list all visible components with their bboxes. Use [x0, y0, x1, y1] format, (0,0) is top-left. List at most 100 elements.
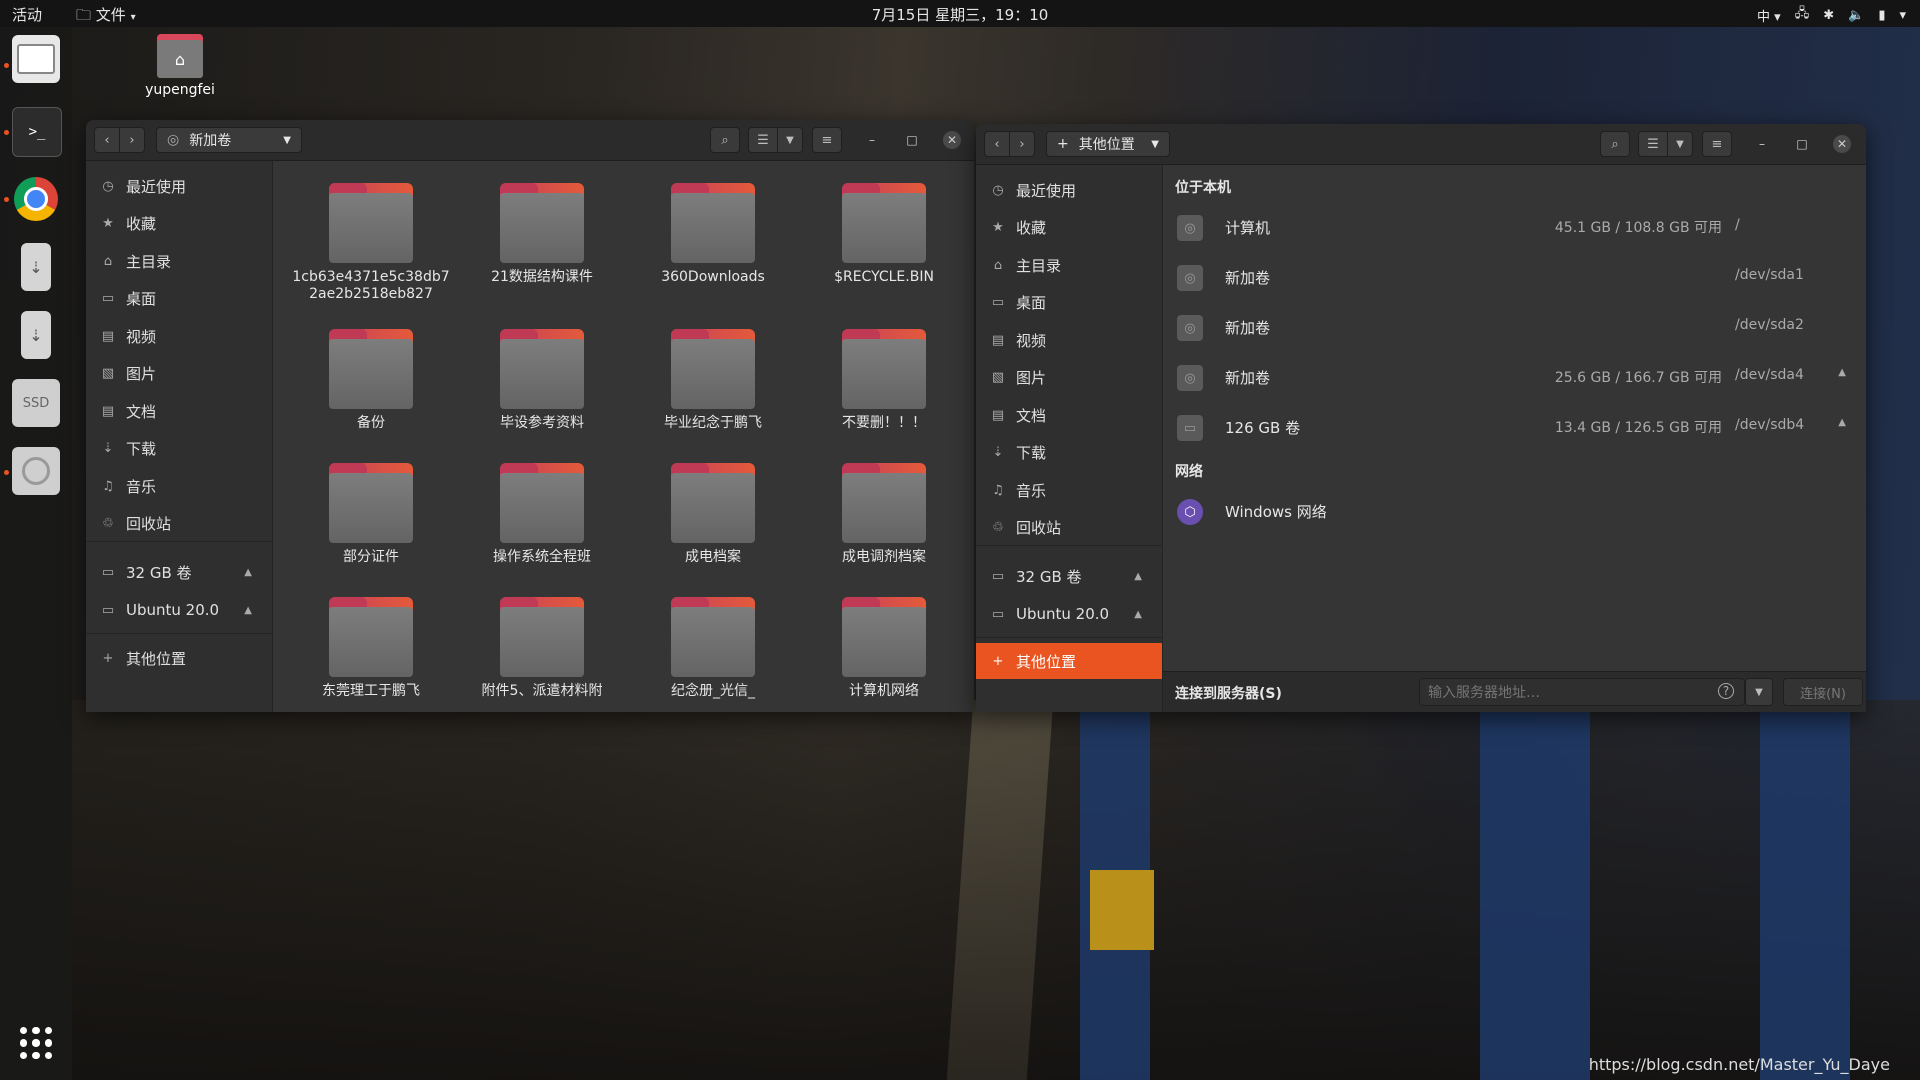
forward-button[interactable]: ›	[119, 127, 145, 153]
sidebar-item[interactable]: ▤ 视频	[976, 323, 1162, 357]
system-tray[interactable]: 中 ▾ 🖧 ✱ 🔈 ▮ ▾	[1757, 4, 1906, 26]
view-list-button[interactable]: ☰	[1638, 131, 1668, 157]
drive-row[interactable]: ◎ 新加卷/dev/sda1	[1163, 253, 1866, 301]
minimize-button[interactable]: –	[863, 131, 881, 149]
sidebar-item[interactable]: ◷ 最近使用	[86, 169, 272, 203]
sidebar-item[interactable]: ♫ 音乐	[86, 469, 272, 503]
sidebar-item[interactable]: ▧ 图片	[976, 361, 1162, 395]
maximize-button[interactable]: □	[1793, 135, 1811, 153]
sidebar-item[interactable]: ▧ 图片	[86, 357, 272, 391]
forward-button[interactable]: ›	[1009, 131, 1035, 157]
eject-icon[interactable]: ▲	[1134, 571, 1142, 582]
minimize-button[interactable]: –	[1753, 135, 1771, 153]
usb-drive-icon[interactable]: ⇣	[21, 243, 51, 291]
server-address-field[interactable]: ?	[1419, 678, 1745, 706]
folder-item[interactable]: 360Downloads	[633, 183, 793, 286]
folder-item[interactable]: 东莞理工于鹏飞	[291, 597, 451, 700]
close-button[interactable]: ✕	[943, 131, 961, 149]
folder-item[interactable]: 21数据结构课件	[462, 183, 622, 286]
input-method[interactable]: 中 ▾	[1757, 6, 1781, 25]
help-icon[interactable]: ?	[1718, 683, 1734, 699]
menu-button[interactable]: ≡	[1702, 131, 1732, 157]
folder-item[interactable]: 计算机网络	[804, 597, 964, 700]
plus-icon: +	[992, 653, 1004, 669]
back-button[interactable]: ‹	[984, 131, 1010, 157]
sidebar-item[interactable]: ◷ 最近使用	[976, 173, 1162, 207]
folder-item[interactable]: 纪念册_光信_	[633, 597, 793, 700]
path-bar[interactable]: + 其他位置 ▼	[1046, 131, 1170, 157]
sidebar-item[interactable]: ⇣ 下载	[976, 436, 1162, 470]
hard-drive-icon: ◎	[1177, 315, 1203, 341]
drive-row[interactable]: ◎ 新加卷/dev/sda2	[1163, 303, 1866, 351]
clock[interactable]: 7月15日 星期三，19：10	[872, 6, 1049, 24]
sidebar-item[interactable]: ♲ 回收站	[86, 507, 272, 541]
show-applications-icon[interactable]	[20, 1027, 52, 1059]
view-options-button[interactable]: ▼	[1667, 131, 1693, 157]
activities-button[interactable]: 活动	[12, 4, 42, 25]
network-row[interactable]: ⬡ Windows 网络	[1163, 487, 1866, 535]
view-list-button[interactable]: ☰	[748, 127, 778, 153]
eject-icon[interactable]: ▲	[244, 605, 252, 616]
network-icon: ⬡	[1177, 499, 1203, 525]
drive-row[interactable]: ▭ 126 GB 卷 13.4 GB / 126.5 GB 可用/dev/sdb4 ▲	[1163, 403, 1866, 451]
usb-drive-icon[interactable]: ⇣	[21, 311, 51, 359]
folder-item[interactable]: 毕设参考资料	[462, 329, 622, 432]
desktop-home-folder[interactable]: ⌂ yupengfei	[136, 34, 224, 98]
sidebar-item-other-locations[interactable]: + 其他位置	[86, 641, 272, 675]
folder-item[interactable]: 不要删！！！	[804, 329, 964, 432]
files-icon[interactable]	[12, 35, 60, 83]
sidebar-item[interactable]: ★ 收藏	[86, 207, 272, 241]
search-button[interactable]: ⌕	[1600, 131, 1630, 157]
sidebar-item[interactable]: ▤ 视频	[86, 319, 272, 353]
folder-item[interactable]: 成电档案	[633, 463, 793, 566]
drive-row[interactable]: ◎ 新加卷 25.6 GB / 166.7 GB 可用/dev/sda4 ▲	[1163, 353, 1866, 401]
close-button[interactable]: ✕	[1833, 135, 1851, 153]
sidebar-item[interactable]: ★ 收藏	[976, 211, 1162, 245]
sidebar-device[interactable]: ▭ 32 GB 卷 ▲	[86, 555, 272, 589]
sidebar-item[interactable]: ♲ 回收站	[976, 511, 1162, 545]
connect-button[interactable]: 连接(N)	[1783, 678, 1863, 706]
sidebar-item[interactable]: ▤ 文档	[86, 394, 272, 428]
view-options-button[interactable]: ▼	[777, 127, 803, 153]
folder-item[interactable]: 部分证件	[291, 463, 451, 566]
maximize-button[interactable]: □	[903, 131, 921, 149]
folder-icon	[671, 329, 755, 409]
sidebar-item[interactable]: ▤ 文档	[976, 398, 1162, 432]
folder-item[interactable]: 操作系统全程班	[462, 463, 622, 566]
drive-icon: ▭	[991, 606, 1005, 622]
drive-row[interactable]: ◎ 计算机 45.1 GB / 108.8 GB 可用 /	[1163, 203, 1866, 251]
eject-icon[interactable]: ▲	[1838, 367, 1846, 378]
optical-drive-icon[interactable]	[12, 447, 60, 495]
recent-servers-button[interactable]: ▼	[1745, 678, 1773, 706]
terminal-icon[interactable]: >_	[12, 107, 62, 157]
path-bar[interactable]: ◎ 新加卷 ▼	[156, 127, 302, 153]
server-address-input[interactable]	[1426, 682, 1680, 704]
folder-item[interactable]: 附件5、派遣材料附	[462, 597, 622, 700]
folder-item[interactable]: $RECYCLE.BIN	[804, 183, 964, 286]
eject-icon[interactable]: ▲	[1838, 417, 1846, 428]
sidebar-item[interactable]: ⌂ 主目录	[86, 244, 272, 278]
sidebar-item-other-locations[interactable]: + 其他位置	[976, 643, 1162, 679]
sidebar-item[interactable]: ⇣ 下载	[86, 432, 272, 466]
back-button[interactable]: ‹	[94, 127, 120, 153]
sidebar-device[interactable]: ▭ 32 GB 卷 ▲	[976, 559, 1162, 593]
folder-item[interactable]: 毕业纪念于鹏飞	[633, 329, 793, 432]
sidebar-item[interactable]: ⌂ 主目录	[976, 248, 1162, 282]
chrome-icon[interactable]	[12, 175, 60, 223]
eject-icon[interactable]: ▲	[1134, 609, 1142, 620]
sidebar-item[interactable]: ▭ 桌面	[976, 286, 1162, 320]
app-menu[interactable]: 🗀 文件 ▾	[76, 4, 136, 30]
sidebar-device[interactable]: ▭ Ubuntu 20.0 ▲	[86, 593, 272, 627]
sidebar-device[interactable]: ▭ Ubuntu 20.0 ▲	[976, 597, 1162, 631]
sidebar-item[interactable]: ▭ 桌面	[86, 282, 272, 316]
folder-item[interactable]: 成电调剂档案	[804, 463, 964, 566]
star-icon: ★	[992, 220, 1004, 235]
ssd-icon[interactable]: SSD	[12, 379, 60, 427]
sidebar-item-label: 音乐	[126, 477, 157, 496]
menu-button[interactable]: ≡	[812, 127, 842, 153]
eject-icon[interactable]: ▲	[244, 567, 252, 578]
folder-item[interactable]: 1cb63e4371e5c38db72ae2b2518eb827	[291, 183, 451, 303]
sidebar-item[interactable]: ♫ 音乐	[976, 473, 1162, 507]
folder-item[interactable]: 备份	[291, 329, 451, 432]
search-button[interactable]: ⌕	[710, 127, 740, 153]
